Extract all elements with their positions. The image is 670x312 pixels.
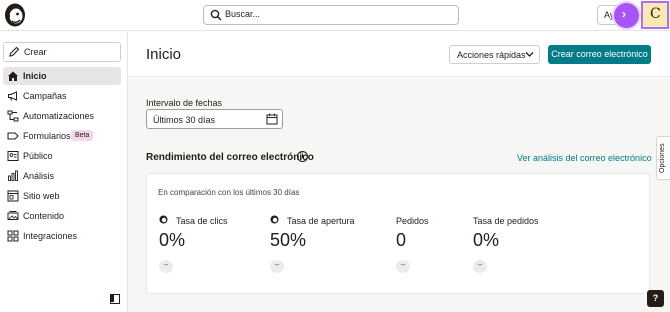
search-placeholder: Buscar...	[225, 9, 261, 19]
sidebar-item-label: Automatizaciones	[23, 111, 95, 121]
pencil-icon	[9, 46, 20, 57]
info-icon[interactable]: i	[297, 151, 308, 162]
account-avatar[interactable]: C	[641, 1, 669, 29]
sidebar-item-automatizaciones[interactable]: Automatizaciones	[3, 107, 121, 125]
mailchimp-mini-icon	[159, 215, 168, 224]
main-content: Intervalo de fechas Últimos 30 días Rend…	[128, 78, 670, 312]
create-email-label: Crear correo electrónico	[551, 49, 648, 59]
date-range-label: Intervalo de fechas	[146, 98, 223, 108]
email-performance-card: En comparación con los últimos 30 días T…	[146, 173, 650, 294]
collapse-sidebar-icon[interactable]	[110, 294, 120, 304]
audience-icon	[7, 151, 19, 161]
metric-label: Tasa de apertura	[287, 216, 355, 226]
sidebar-item-formularios[interactable]: Formularios Beta	[3, 127, 121, 145]
metric-value: 0	[396, 230, 407, 250]
home-icon	[8, 71, 18, 81]
mailchimp-logo-icon[interactable]	[3, 2, 27, 28]
metric-value: 0%	[159, 230, 186, 250]
mailchimp-mini-icon	[270, 215, 279, 224]
avatar-initial: C	[650, 6, 661, 22]
sidebar-item-label: Contenido	[23, 211, 65, 221]
megaphone-icon	[8, 91, 17, 101]
options-label: Opciones	[659, 143, 666, 173]
sidebar-item-label: Inicio	[23, 71, 47, 81]
calendar-icon	[266, 113, 278, 125]
sidebar-item-integraciones[interactable]: Integraciones	[3, 227, 121, 245]
metric-value: 50%	[270, 230, 307, 250]
sidebar-item-contenido[interactable]: Contenido	[3, 207, 121, 225]
search-icon	[210, 9, 222, 21]
form-icon	[7, 132, 19, 140]
help-chat-button[interactable]: ?	[647, 290, 664, 307]
website-icon	[7, 190, 19, 202]
email-performance-title: Rendimiento del correo electrónico	[146, 152, 314, 163]
sidebar-item-label: Público	[23, 151, 53, 161]
sidebar-item-label: Sitio web	[23, 191, 60, 201]
sidebar-item-publico[interactable]: Público	[3, 147, 121, 165]
sidebar-item-campanas[interactable]: Campañas	[3, 87, 121, 105]
date-range-value: Últimos 30 días	[153, 115, 216, 125]
create-email-button[interactable]: Crear correo electrónico	[548, 45, 651, 64]
sidebar-item-label: Integraciones	[23, 231, 78, 241]
page-title: Inicio	[146, 46, 182, 63]
fab-arrow-icon: ›	[622, 7, 626, 21]
metric-delta: --	[473, 260, 487, 273]
sidebar-item-analisis[interactable]: Análisis	[3, 167, 121, 185]
automation-icon	[7, 110, 19, 122]
options-tab[interactable]: Opciones	[656, 136, 670, 180]
metric-label: Tasa de pedidos	[473, 216, 539, 226]
sidebar-item-sitio-web[interactable]: Sitio web	[3, 187, 121, 205]
sidebar-item-label: Formularios	[23, 131, 71, 141]
integrations-icon	[7, 230, 19, 242]
quick-actions-dropdown[interactable]: Acciones rápidas	[449, 45, 540, 64]
date-range-select[interactable]: Últimos 30 días	[146, 109, 283, 129]
metric-delta: --	[270, 260, 284, 273]
metric-delta: --	[159, 260, 173, 273]
create-button[interactable]: Crear	[3, 42, 121, 62]
metric-value: 0%	[473, 230, 500, 250]
metric-label: Pedidos	[396, 216, 429, 226]
sidebar-item-label: Campañas	[23, 91, 67, 101]
metric-label: Tasa de clics	[176, 216, 228, 226]
sidebar: Crear Inicio Campañas Automatizaciones F…	[0, 32, 128, 312]
create-label: Crear	[24, 47, 47, 57]
assistant-fab-button[interactable]: ›	[614, 3, 639, 28]
search-input[interactable]: Buscar...	[203, 5, 459, 25]
page-header: Inicio Acciones rápidas Crear correo ele…	[128, 32, 670, 77]
beta-badge: Beta	[71, 130, 94, 141]
chevron-down-icon	[525, 52, 534, 57]
sidebar-item-label: Análisis	[23, 171, 55, 181]
content-icon	[7, 211, 19, 220]
quick-actions-label: Acciones rápidas	[457, 50, 526, 60]
metric-delta: --	[396, 260, 410, 273]
comparison-text: En comparación con los últimos 30 días	[158, 188, 300, 197]
sidebar-item-inicio[interactable]: Inicio	[3, 67, 121, 85]
view-email-analytics-link[interactable]: Ver análisis del correo electrónico →	[517, 153, 663, 163]
top-bar: Buscar... Ayuda › C	[0, 0, 670, 31]
help-question-icon: ?	[652, 293, 659, 303]
analytics-icon	[8, 170, 18, 181]
